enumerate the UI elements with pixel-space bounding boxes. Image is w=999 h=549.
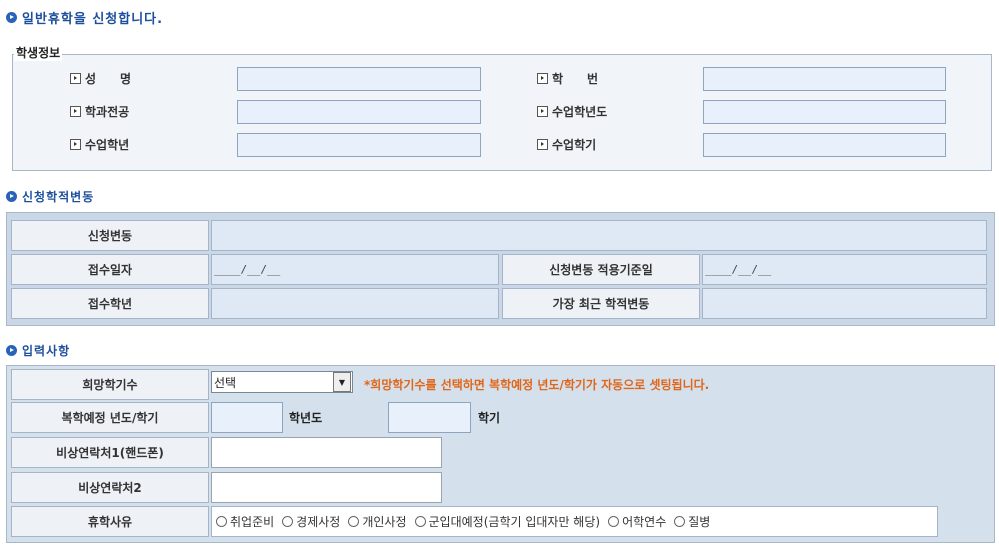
- page-heading: 일반휴학을 신청합니다.: [6, 8, 163, 27]
- status-change-heading: 신청학적변동: [6, 188, 94, 205]
- receipt-date-label: 접수일자: [11, 254, 209, 285]
- radio-icon[interactable]: [414, 516, 426, 527]
- return-semester-field[interactable]: [388, 402, 471, 433]
- request-change-value: [211, 220, 987, 251]
- dropdown-arrow-icon[interactable]: ▼: [333, 372, 351, 392]
- grade-label: 수업학년: [70, 136, 129, 153]
- radio-icon[interactable]: [282, 516, 294, 527]
- receipt-grade-label: 접수학년: [11, 288, 209, 319]
- radio-icon[interactable]: [348, 516, 360, 527]
- arrow-box-icon: [537, 73, 548, 84]
- year-label: 수업학년도: [537, 103, 607, 120]
- request-change-label: 신청변동: [11, 220, 209, 251]
- semester-field[interactable]: [703, 133, 946, 157]
- return-year-field[interactable]: [211, 402, 283, 433]
- reason-option-language[interactable]: 어학연수: [608, 513, 666, 530]
- apply-date-value: ____/__/__: [702, 254, 987, 285]
- bullet-icon: [6, 345, 17, 356]
- radio-icon[interactable]: [216, 516, 227, 527]
- contact2-field[interactable]: [211, 472, 442, 503]
- dept-label: 학과전공: [70, 103, 129, 120]
- reason-options: 취업준비 경제사정 개인사정 군입대예정(금학기 입대자만 해당) 어학연수 질…: [211, 506, 938, 537]
- page-title: 일반휴학을 신청합니다.: [22, 12, 164, 27]
- year-suffix: 학년도: [289, 411, 323, 425]
- input-section-heading: 입력사항: [6, 342, 70, 359]
- student-no-field[interactable]: [703, 67, 946, 91]
- arrow-box-icon: [70, 106, 81, 117]
- apply-date-label: 신청변동 적용기준일: [502, 254, 700, 285]
- year-field[interactable]: [703, 100, 946, 124]
- latest-change-label: 가장 최근 학적변동: [502, 288, 700, 319]
- reason-option-personal[interactable]: 개인사정: [348, 513, 407, 530]
- name-label: 성 명: [70, 70, 131, 87]
- reason-option-finance[interactable]: 경제사정: [282, 513, 340, 530]
- semester-suffix: 학기: [478, 411, 501, 425]
- arrow-box-icon: [70, 73, 81, 84]
- reason-option-military[interactable]: 군입대예정(금학기 입대자만 해당): [414, 513, 600, 530]
- bullet-icon: [6, 12, 17, 23]
- receipt-grade-value: [211, 288, 499, 319]
- semester-notice: *희망학기수를 선택하면 복학예정 년도/학기가 자동으로 셋팅됩니다.: [364, 378, 710, 392]
- latest-change-value: [702, 288, 987, 319]
- student-info-legend: 학생정보: [14, 44, 63, 61]
- grade-field[interactable]: [237, 133, 481, 157]
- student-no-label: 학 번: [537, 70, 598, 87]
- radio-icon[interactable]: [674, 516, 686, 527]
- return-plan-label: 복학예정 년도/학기: [11, 402, 209, 433]
- radio-icon[interactable]: [608, 516, 620, 527]
- semester-label: 수업학기: [537, 136, 596, 153]
- reason-label: 휴학사유: [11, 506, 209, 537]
- bullet-icon: [6, 191, 17, 202]
- name-field[interactable]: [237, 67, 481, 91]
- arrow-box-icon: [70, 139, 81, 150]
- contact1-label: 비상연락처1(핸드폰): [11, 437, 209, 468]
- reason-option-illness[interactable]: 질병: [674, 513, 710, 530]
- desired-semesters-select[interactable]: 선택 ▼: [211, 371, 353, 393]
- desired-semesters-label: 희망학기수: [11, 369, 209, 400]
- contact1-field[interactable]: [211, 437, 442, 468]
- reason-option-job[interactable]: 취업준비: [216, 513, 274, 530]
- arrow-box-icon: [537, 106, 548, 117]
- contact2-label: 비상연락처2: [11, 472, 209, 503]
- arrow-box-icon: [537, 139, 548, 150]
- dept-field[interactable]: [237, 100, 481, 124]
- receipt-date-value: ____/__/__: [211, 254, 499, 285]
